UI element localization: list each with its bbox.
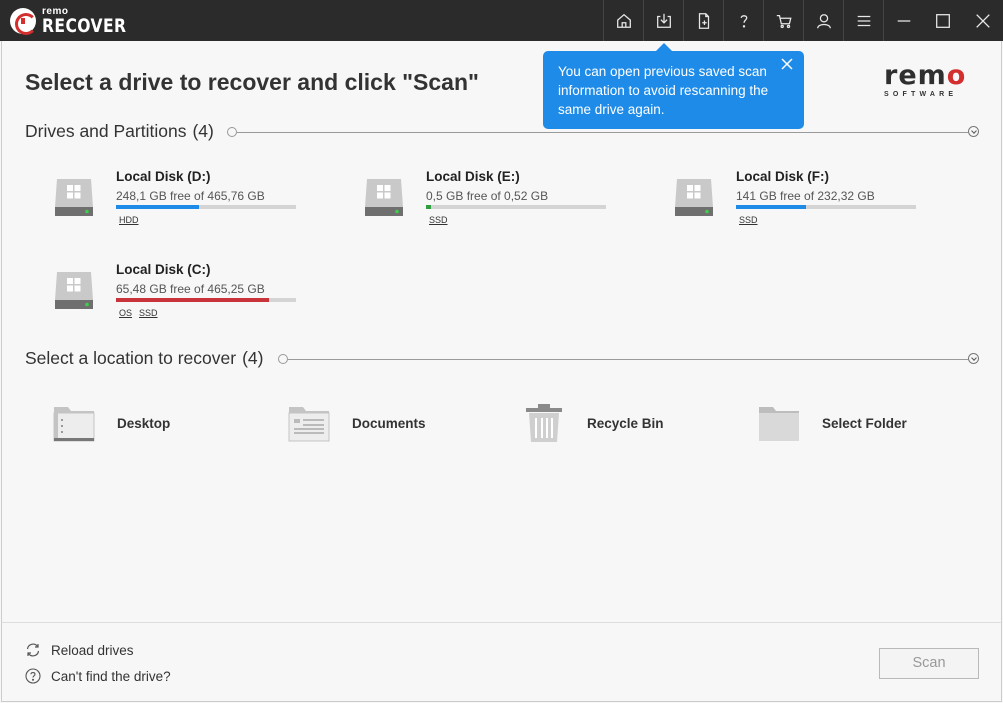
drive-tile[interactable]: Local Disk (F:) 141 GB free of 232,32 GB… (673, 169, 973, 239)
logo-big-text: RECOVER (42, 14, 127, 37)
locations-section-title: Select a location to recover (25, 348, 237, 368)
hard-drive-icon (55, 272, 93, 309)
folder-icon (759, 407, 799, 441)
user-button[interactable] (803, 0, 843, 41)
remo-software-logo: remo SOFTWARE (884, 62, 979, 98)
locations-section-header: Select a location to recover (4) (25, 348, 263, 369)
drive-tile[interactable]: Local Disk (E:) 0,5 GB free of 0,52 GB S… (363, 169, 663, 239)
open-scan-icon (656, 13, 671, 28)
question-circle-icon (25, 668, 41, 684)
drive-usage-bar (736, 205, 916, 209)
minimize-icon (897, 19, 910, 22)
tooltip-close-icon[interactable] (780, 57, 794, 71)
hard-drive-icon (365, 179, 403, 216)
drive-type-tag: OS (119, 308, 133, 318)
location-desktop[interactable]: Desktop (53, 403, 170, 443)
drive-type-tag: SSD (429, 215, 448, 225)
menu-button[interactable] (843, 0, 883, 41)
documents-folder-icon (288, 407, 330, 442)
menu-icon (857, 15, 870, 26)
drive-usage-fill (426, 205, 432, 209)
drives-section-header: Drives and Partitions (4) (25, 121, 214, 142)
location-label: Select Folder (822, 415, 907, 431)
reload-drives-link[interactable]: Reload drives (25, 642, 134, 658)
drive-tile[interactable]: Local Disk (C:) 65,48 GB free of 465,25 … (53, 262, 353, 332)
drive-tags: HDD (119, 215, 139, 225)
close-button[interactable] (963, 0, 1003, 41)
help-button[interactable] (723, 0, 763, 41)
hard-drive-icon (55, 179, 93, 216)
locations-section-count: (4) (242, 348, 264, 368)
page-title: Select a drive to recover and click "Sca… (25, 69, 479, 95)
section-divider (288, 359, 968, 360)
location-documents[interactable]: Documents (288, 403, 426, 443)
cant-find-drive-label: Can't find the drive? (51, 668, 171, 684)
drives-section-title: Drives and Partitions (25, 121, 187, 141)
drive-usage-bar (116, 298, 296, 302)
reload-icon (26, 643, 40, 657)
location-recycle-bin[interactable]: Recycle Bin (523, 403, 664, 443)
export-icon (698, 12, 709, 29)
minimize-button[interactable] (883, 0, 923, 41)
saved-scan-tooltip: You can open previous saved scan informa… (543, 43, 804, 129)
drive-tile[interactable]: Local Disk (D:) 248,1 GB free of 465,76 … (53, 169, 353, 239)
drives-section-count: (4) (192, 121, 214, 141)
cant-find-drive-link[interactable]: Can't find the drive? (25, 668, 171, 684)
help-icon (740, 14, 747, 28)
open-scan-button[interactable] (643, 0, 683, 41)
drive-name: Local Disk (F:) (736, 169, 830, 184)
drive-free-space: 65,48 GB free of 465,25 GB (116, 282, 265, 296)
drive-tags: SSD (429, 215, 448, 225)
hard-drive-icon (675, 179, 713, 216)
drive-usage-fill (116, 298, 269, 302)
drive-type-tag: SSD (739, 215, 758, 225)
drive-free-space: 0,5 GB free of 0,52 GB (426, 189, 549, 203)
recycle-bin-icon (526, 404, 562, 442)
home-icon (616, 13, 631, 28)
drives-collapse-toggle[interactable] (968, 126, 979, 137)
drive-type-tag: SSD (139, 308, 158, 318)
drive-tags: SSD (739, 215, 758, 225)
location-label: Documents (352, 415, 426, 431)
section-divider (237, 132, 968, 133)
logo-badge-icon (10, 8, 37, 35)
app-logo: remo RECOVER (10, 6, 145, 36)
drive-tags: OS SSD (119, 308, 158, 318)
drive-free-space: 248,1 GB free of 465,76 GB (116, 189, 265, 203)
brand-sub: SOFTWARE (884, 91, 958, 98)
cart-button[interactable] (763, 0, 803, 41)
drive-name: Local Disk (C:) (116, 262, 211, 277)
export-button[interactable] (683, 0, 723, 41)
section-start-circle (227, 127, 237, 137)
drive-usage-bar (116, 205, 296, 209)
main-panel: Select a drive to recover and click "Sca… (1, 41, 1002, 622)
home-button[interactable] (603, 0, 643, 41)
desktop-folder-icon (53, 407, 95, 442)
drive-free-space: 141 GB free of 232,32 GB (736, 189, 875, 203)
drive-usage-fill (116, 205, 199, 209)
section-start-circle (278, 354, 288, 364)
drive-name: Local Disk (E:) (426, 169, 520, 184)
reload-drives-label: Reload drives (51, 642, 134, 658)
location-label: Desktop (117, 415, 171, 431)
close-icon (976, 13, 990, 28)
scan-button[interactable]: Scan (879, 648, 979, 679)
tooltip-text: You can open previous saved scan informa… (558, 64, 769, 117)
location-label: Recycle Bin (587, 415, 664, 431)
maximize-button[interactable] (923, 0, 963, 41)
brand-word: remo (884, 60, 967, 91)
user-icon (816, 13, 831, 28)
toolbar (603, 0, 1003, 41)
footer: Reload drives Can't find the drive? Scan (1, 622, 1002, 702)
drive-type-tag: HDD (119, 215, 139, 225)
location-select-folder[interactable]: Select Folder (758, 403, 907, 443)
cart-icon (776, 14, 792, 28)
drive-usage-fill (736, 205, 807, 209)
drive-usage-bar (426, 205, 606, 209)
title-bar: remo RECOVER (0, 0, 1003, 41)
drive-name: Local Disk (D:) (116, 169, 211, 184)
locations-collapse-toggle[interactable] (968, 353, 979, 364)
maximize-icon (936, 13, 950, 28)
